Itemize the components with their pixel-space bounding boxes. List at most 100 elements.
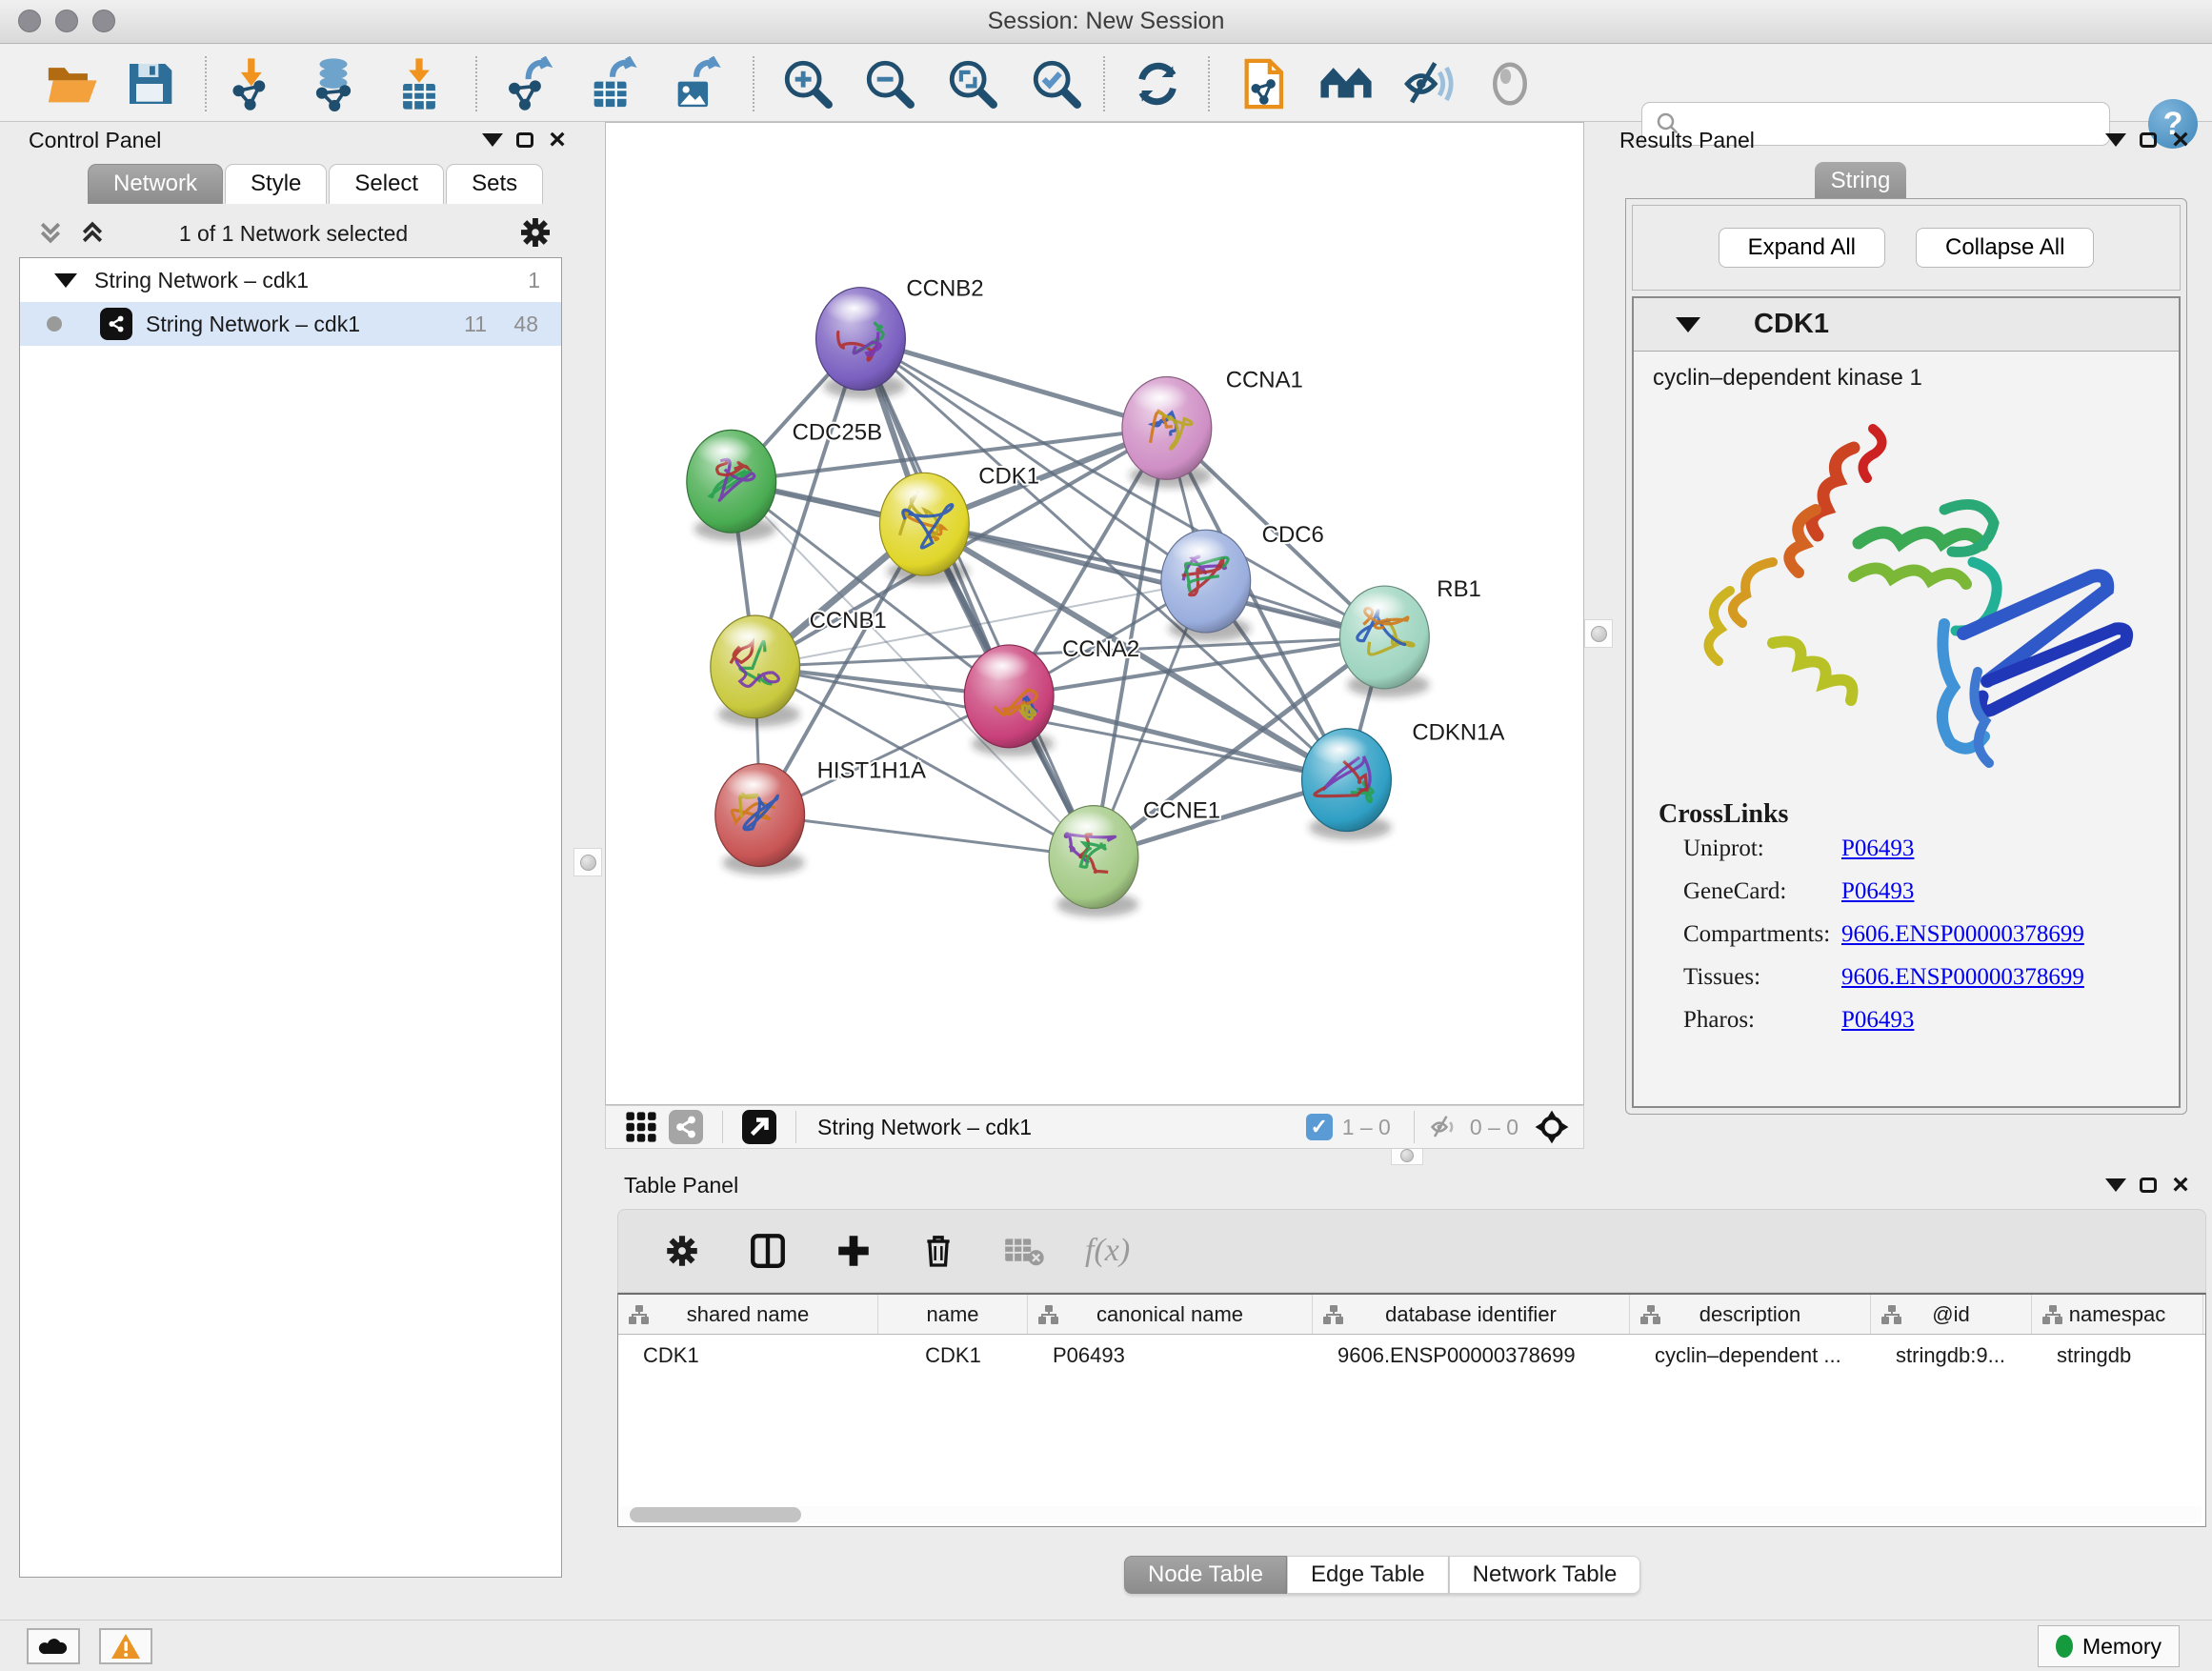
file-network-app-button[interactable]	[1234, 52, 1297, 115]
results-panel-float-button[interactable]	[2132, 126, 2164, 154]
birds-eye-view-button[interactable]	[1528, 1109, 1576, 1145]
table-options-gear-button[interactable]	[656, 1231, 708, 1271]
network-node-CDKN1A[interactable]: CDKN1A	[1302, 720, 1505, 840]
import-table-file-button[interactable]	[388, 52, 451, 115]
network-node-CCNE1[interactable]: CCNE1	[1049, 798, 1220, 917]
column-header-name[interactable]: name	[878, 1295, 1028, 1334]
refresh-network-button[interactable]	[1126, 52, 1189, 115]
tab-string[interactable]: String	[1815, 162, 1906, 200]
hide-graphics-button[interactable]	[1397, 52, 1459, 115]
network-node-RB1[interactable]: RB1	[1339, 576, 1480, 697]
control-panel-close-button[interactable]: ×	[541, 126, 573, 154]
table-horizontal-scrollbar[interactable]	[620, 1506, 2202, 1523]
delete-column-button[interactable]	[914, 1231, 963, 1271]
zoom-out-button[interactable]	[858, 52, 921, 115]
column-header-database-identifier[interactable]: database identifier	[1313, 1295, 1630, 1334]
network-canvas[interactable]: CCNB2CCNA1CDC25BCDK1CDC6RB1CCNB1CCNA2CDK…	[605, 122, 1584, 1105]
cloud-status-button[interactable]	[27, 1628, 80, 1664]
column-header-id[interactable]: @id	[1871, 1295, 2032, 1334]
table-panel-collapse-button[interactable]	[2100, 1171, 2132, 1199]
zoom-fit-button[interactable]	[941, 52, 1004, 115]
crosslink-uniprot-link[interactable]: P06493	[1841, 836, 1914, 862]
network-node-CDK1[interactable]: CDK1	[879, 463, 1039, 584]
string-home-button[interactable]	[1315, 52, 1377, 115]
memory-label: Memory	[2082, 1634, 2162, 1660]
crosslink-label: Pharos:	[1683, 1007, 1841, 1034]
network-edge-CCNB2-CCNA1[interactable]	[860, 339, 1166, 429]
zoom-in-button[interactable]	[776, 52, 839, 115]
tab-network[interactable]: Network	[88, 164, 223, 204]
protein-structure-image	[1659, 395, 2154, 795]
zoom-in-icon	[780, 56, 835, 111]
table-panel-close-button[interactable]: ×	[2164, 1171, 2197, 1199]
column-header-namespace[interactable]: namespac	[2032, 1295, 2203, 1334]
show-columns-button[interactable]	[742, 1231, 794, 1271]
show-graphics-button[interactable]	[1478, 52, 1541, 115]
tab-select[interactable]: Select	[329, 164, 444, 204]
show-grid-button[interactable]	[619, 1111, 663, 1143]
export-table-icon	[585, 56, 640, 111]
network-node-CCNB1[interactable]: CCNB1	[711, 608, 887, 727]
cell-id: stringdb:9...	[1871, 1335, 2032, 1377]
crosslink-tissues-link[interactable]: 9606.ENSP00000378699	[1841, 964, 2084, 991]
control-panel-collapse-button[interactable]	[476, 126, 509, 154]
vertical-splitter-grip[interactable]	[573, 848, 602, 876]
export-image-button[interactable]	[665, 52, 728, 115]
network-graph[interactable]: CCNB2CCNA1CDC25BCDK1CDC6RB1CCNB1CCNA2CDK…	[606, 123, 1583, 1104]
save-session-button[interactable]	[118, 52, 181, 115]
network-node-count: 11	[464, 312, 487, 337]
gene-entry-header[interactable]: CDK1	[1634, 298, 2179, 352]
crosslink-label: Uniprot:	[1683, 836, 1841, 862]
collapse-triangle-icon[interactable]	[1676, 317, 1700, 332]
node-label-CCNE1: CCNE1	[1143, 798, 1220, 824]
export-network-button[interactable]	[499, 52, 562, 115]
warnings-button[interactable]	[99, 1628, 152, 1664]
network-edge-HIST1H1A-CCNE1[interactable]	[760, 815, 1094, 857]
results-panel-title: Results Panel	[1619, 128, 1755, 153]
open-in-string-button[interactable]	[736, 1110, 782, 1144]
open-session-button[interactable]	[40, 52, 103, 115]
crosslinks-title: CrossLinks	[1659, 799, 2179, 830]
selected-indicator-checkbox[interactable]: ✓	[1306, 1114, 1333, 1140]
column-header-shared-name[interactable]: shared name	[618, 1295, 878, 1334]
collapse-triangle-icon[interactable]	[54, 273, 77, 288]
tab-network-table[interactable]: Network Table	[1449, 1556, 1641, 1594]
import-network-database-button[interactable]	[302, 52, 365, 115]
network-node-HIST1H1A[interactable]: HIST1H1A	[715, 758, 926, 876]
results-panel-collapse-button[interactable]	[2100, 126, 2132, 154]
column-header-canonical-name[interactable]: canonical name	[1028, 1295, 1313, 1334]
export-table-button[interactable]	[581, 52, 644, 115]
scrollbar-thumb[interactable]	[630, 1507, 801, 1522]
expand-all-button[interactable]: Expand All	[1719, 228, 1885, 268]
table-row[interactable]: CDK1 CDK1 P06493 9606.ENSP00000378699 cy…	[618, 1335, 2205, 1377]
tab-edge-table[interactable]: Edge Table	[1287, 1556, 1449, 1594]
tab-node-table[interactable]: Node Table	[1124, 1556, 1287, 1594]
column-header-description[interactable]: description	[1630, 1295, 1871, 1334]
tab-sets[interactable]: Sets	[446, 164, 543, 204]
network-row[interactable]: String Network – cdk1 11 48	[20, 302, 561, 346]
collection-label: String Network – cdk1	[94, 268, 309, 293]
crosslink-pharos-link[interactable]: P06493	[1841, 1007, 1914, 1034]
network-node-CDC6[interactable]: CDC6	[1161, 522, 1324, 641]
network-node-CCNB2[interactable]: CCNB2	[816, 276, 984, 399]
import-network-file-button[interactable]	[221, 52, 284, 115]
results-panel-close-button[interactable]: ×	[2164, 126, 2197, 154]
memory-button[interactable]: Memory	[2038, 1625, 2180, 1667]
string-style-button[interactable]	[663, 1110, 709, 1144]
crosslink-compartments-link[interactable]: 9606.ENSP00000378699	[1841, 921, 2084, 948]
collapse-all-button[interactable]: Collapse All	[1916, 228, 2094, 268]
control-panel-float-button[interactable]	[509, 126, 541, 154]
network-options-gear-icon[interactable]	[516, 213, 554, 256]
create-column-button[interactable]	[828, 1231, 879, 1271]
tab-style[interactable]: Style	[225, 164, 327, 204]
horizontal-splitter-grip[interactable]	[1391, 1146, 1423, 1165]
crosslink-genecard-link[interactable]: P06493	[1841, 878, 1914, 905]
cloud-icon	[37, 1634, 70, 1659]
crosslink-row: Tissues: 9606.ENSP00000378699	[1683, 964, 2179, 991]
zoom-selected-button[interactable]	[1025, 52, 1088, 115]
table-panel-float-button[interactable]	[2132, 1171, 2164, 1199]
delete-table-button[interactable]	[997, 1234, 1051, 1268]
export-network-icon	[503, 56, 558, 111]
eye-slash-icon	[1400, 56, 1456, 111]
network-collection-row[interactable]: String Network – cdk1 1	[20, 258, 561, 302]
